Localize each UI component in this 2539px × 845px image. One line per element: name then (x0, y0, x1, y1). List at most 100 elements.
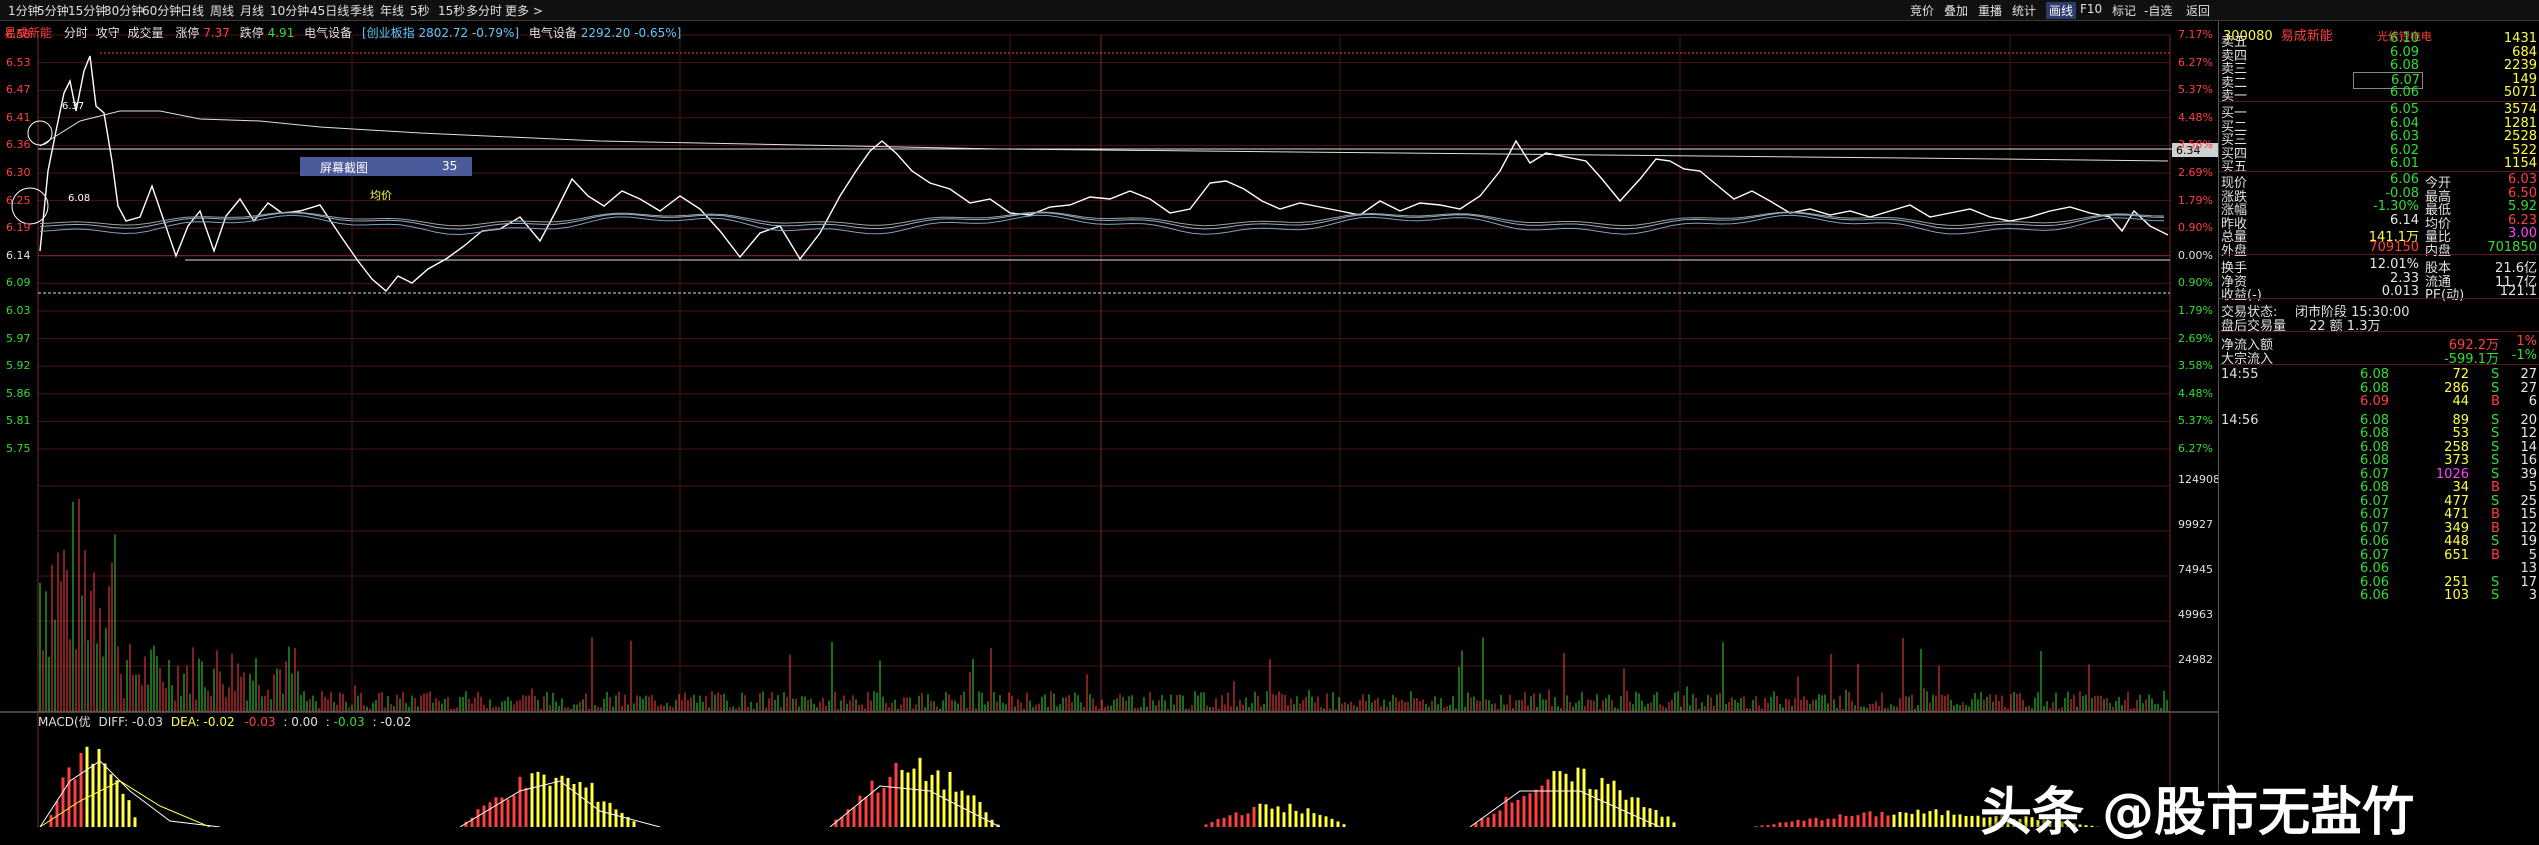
period-tab-2[interactable]: 15分钟 (68, 2, 107, 19)
price-axis-label: 5.86 (6, 386, 31, 400)
tab-fenshi[interactable]: 分时 (64, 26, 88, 40)
price-axis-label: 5.97 (6, 331, 31, 345)
limit-up-value: 7.37 (203, 26, 230, 40)
tick-price: 6.06 (2360, 588, 2389, 603)
period-tab-3[interactable]: 30分钟 (104, 2, 143, 19)
screenshot-count: 35 (442, 159, 458, 173)
toolbar-button-1[interactable]: 叠加 (1944, 2, 1968, 19)
tick-count: 6 (2528, 394, 2537, 409)
avg-annotation: 均价 (370, 189, 392, 202)
screenshot-label: 屏幕截图 (320, 161, 369, 175)
period-tab-4[interactable]: 60分钟 (142, 2, 181, 19)
stat-label: 内盘 (2425, 243, 2452, 259)
toolbar-button-8[interactable]: 返回 (2186, 2, 2210, 19)
period-tab-8[interactable]: 10分钟 (270, 2, 309, 19)
toolbar-button-3[interactable]: 统计 (2012, 2, 2036, 19)
pct-axis-label: 1.79% (2178, 304, 2213, 317)
flow-row: 大宗流入 -599.1万 -1% (2219, 348, 2539, 367)
marker-circle (27, 120, 53, 146)
price-axis-label: 6.19 (6, 221, 31, 235)
tick-row[interactable]: 6.06 103 S 3 (2219, 588, 2539, 605)
after-hours-row: 盘后交易量 22 额 1.3万 (2219, 315, 2539, 334)
chart-info-bar: 易成新能 分时 攻守 成交量 涨停 7.37 跌停 4.91 电气设备 [创业板… (4, 24, 681, 41)
limit-up-label: 涨停 (175, 26, 200, 40)
stat-value: 121.1 (2499, 284, 2537, 299)
period-tab-7[interactable]: 月线 (240, 2, 264, 19)
tab-gongshou[interactable]: 攻守 (96, 26, 120, 40)
macd-m2: 0.00 (291, 715, 318, 729)
price-axis-label: 6.47 (6, 83, 31, 97)
price-axis-label: 6.53 (6, 55, 31, 69)
pct-axis-label: 0.00% (2178, 248, 2213, 262)
index-line-1 (39, 212, 2165, 230)
screenshot-tooltip: 屏幕截图 35 (300, 157, 472, 176)
price-axis-label: 6.14 (6, 248, 31, 262)
tick-price: 6.09 (2360, 394, 2389, 409)
macd-label[interactable]: MACD(优 (38, 715, 91, 729)
volume-axis-label: 99927 (2178, 518, 2213, 531)
period-tab-14[interactable]: 多分时 (466, 2, 502, 19)
stat-label: 外盘 (2221, 243, 2248, 259)
sector-index-value: 2292.20 -0.65%] (580, 26, 682, 40)
macd-m1: -0.03 (244, 715, 276, 729)
toolbar-button-6[interactable]: 标记 (2112, 2, 2136, 19)
volume-axis-label: 124908 (2178, 473, 2220, 486)
stats-divider (2219, 364, 2539, 365)
price-axis-label: 6.09 (6, 276, 31, 290)
period-tab-13[interactable]: 15秒 (438, 2, 465, 19)
price-axis-label: 6.36 (6, 138, 31, 152)
pct-axis-label: 0.90% (2178, 276, 2213, 290)
limit-down-label: 跌停 (239, 26, 264, 40)
period-tab-12[interactable]: 5秒 (410, 2, 430, 19)
limit-down-value: 4.91 (267, 26, 295, 40)
sector-label[interactable]: 电气设备 (304, 26, 352, 40)
macd-dea: DEA: -0.02 (170, 715, 235, 729)
ask-price: 6.06 (2390, 85, 2419, 100)
macd-diff: DIFF: -0.03 (98, 715, 164, 729)
sector-index-name[interactable]: 电气设备 (529, 26, 577, 40)
period-tab-5[interactable]: 日线 (180, 2, 204, 19)
toolbar-button-4[interactable]: 画线 (2046, 2, 2077, 19)
avg-line (39, 110, 2169, 162)
pct-axis-label: 4.48% (2178, 386, 2213, 400)
volume-axis-label: 74945 (2178, 563, 2213, 576)
tab-volume[interactable]: 成交量 (128, 26, 164, 40)
watermark: 头条 @股市无盐竹 (1980, 783, 2415, 843)
pct-axis-label: 1.79% (2178, 193, 2213, 207)
pct-axis-label: 2.69% (2178, 331, 2213, 345)
price-axis-label: 6.30 (6, 166, 31, 179)
pct-axis-label: 5.37% (2178, 83, 2213, 97)
toolbar-button-7[interactable]: -自选 (2144, 2, 2172, 19)
pct-axis-label: 6.27% (2178, 55, 2213, 69)
period-tab-15[interactable]: 更多 > (505, 2, 543, 19)
pct-axis-label: 4.48% (2178, 110, 2213, 124)
pct-axis-label: 0.90% (2178, 221, 2213, 235)
bid-volume: 1154 (2503, 156, 2537, 171)
index-value: 2802.72 -0.79%] (418, 26, 520, 40)
macd-m3: -0.03 (333, 715, 365, 729)
ask-row[interactable]: 卖一 6.06 5071 (2219, 85, 2539, 104)
period-tab-10[interactable]: 季线 (350, 2, 374, 19)
period-tab-6[interactable]: 周线 (210, 2, 234, 19)
macd-header: MACD(优 DIFF: -0.03 DEA: -0.02 -0.03 : 0.… (38, 715, 412, 729)
index-name[interactable]: [创业板指 (362, 26, 415, 40)
price-axis-label: 5.75 (6, 442, 31, 455)
tick-volume: 44 (2452, 394, 2469, 409)
period-tab-0[interactable]: 1分钟 (8, 2, 40, 19)
volume-axis-label: 49963 (2178, 608, 2213, 621)
toolbar-button-5[interactable]: F10 (2080, 2, 2102, 16)
bid-price: 6.01 (2390, 156, 2419, 171)
volume-axis-label: 24982 (2178, 653, 2213, 666)
high-annotation: 6.37 (62, 101, 84, 112)
price-axis-label: 5.81 (6, 414, 31, 428)
toolbar-button-0[interactable]: 竞价 (1910, 2, 1934, 19)
pct-axis-label: 3.58% (2178, 138, 2213, 152)
intraday-chart[interactable]: 6.34 6.37 6.08 均价 6.58 6.53 6.47 6.41 6.36 6.30 6… (0, 21, 2220, 828)
tick-row[interactable]: 6.09 44 B 6 (2219, 394, 2539, 411)
period-tab-9[interactable]: 45日线 (310, 2, 349, 19)
price-axis-label: 5.92 (6, 359, 31, 373)
period-tab-1[interactable]: 5分钟 (37, 2, 69, 19)
toolbar-button-2[interactable]: 重播 (1978, 2, 2002, 19)
period-tab-11[interactable]: 年线 (380, 2, 404, 19)
quote-panel: 300080 易成新能 光伏锂电电 卖五 6.10 1431 卖四 6.09 684 卖三 6… (2218, 21, 2539, 827)
